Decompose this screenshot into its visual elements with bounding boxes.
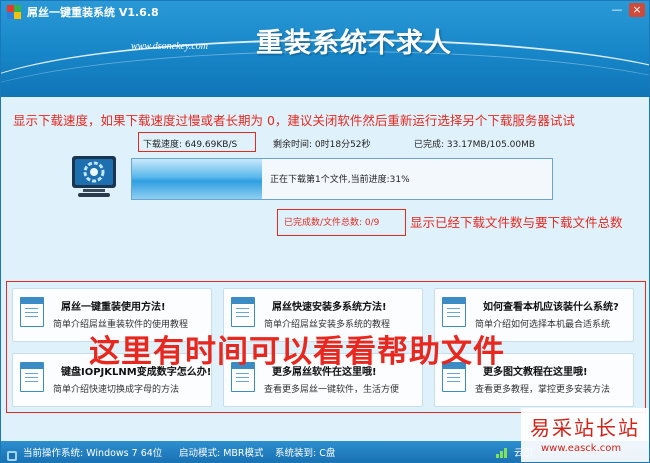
progress-text: 正在下载第1个文件,当前进度:31% — [270, 175, 410, 185]
download-speed: 下载速度: 649.69KB/S — [143, 140, 238, 150]
help-card-title: 屌丝快速安装多系统方法! — [272, 302, 387, 313]
window-title: 屌丝一键重装系统 V1.6.8 — [27, 6, 159, 19]
window-controls: — × — [609, 3, 645, 17]
annotation-file-count: 显示已经下载文件数与要下载文件总数 — [410, 215, 623, 230]
annotation-help-overlay: 这里有时间可以看看帮助文件 — [89, 334, 505, 370]
app-logo-icon — [7, 5, 21, 19]
install-target: 系统装到: C盘 — [275, 448, 336, 459]
minimize-button[interactable]: — — [609, 3, 625, 17]
help-card-title: 屌丝一键重装使用方法! — [61, 302, 166, 313]
header-banner: 屌丝一键重装系统 V1.6.8 — × www.dsonekey.com 重装系… — [1, 1, 649, 97]
signal-icon — [496, 446, 510, 458]
boot-mode: 启动模式: MBR模式 — [179, 448, 264, 459]
document-icon — [231, 297, 255, 327]
help-card-desc: 查看更多屌丝一键软件，生活方便 — [264, 385, 400, 395]
watermark-title: 易采站长站 — [530, 418, 640, 440]
website-label: www.dsonekey.com — [131, 41, 209, 52]
title-bar: 屌丝一键重装系统 V1.6.8 — [7, 4, 159, 20]
help-card-desc: 查看更多教程，掌控更多安装方法 — [475, 385, 611, 395]
completed-size: 已完成: 33.17MB/105.00MB — [414, 140, 536, 150]
document-icon — [20, 362, 44, 392]
computer-icon — [72, 156, 116, 197]
help-card-title: 如何查看本机应该装什么系统? — [483, 302, 619, 313]
document-icon — [442, 297, 466, 327]
progress-fill — [132, 159, 263, 199]
slogan-title: 重装系统不求人 — [256, 28, 452, 58]
current-os: 当前操作系统: Windows 7 64位 — [23, 448, 163, 459]
help-card-desc: 简单介绍快速切换成字母的方法 — [53, 385, 180, 395]
system-icon — [7, 446, 17, 461]
close-button[interactable]: × — [629, 3, 645, 17]
annotation-download-speed: 显示下载速度，如果下载速度过慢或者长期为 0，建议关闭软件然后重新运行选择另个下… — [13, 113, 575, 128]
download-progress-bar: 正在下载第1个文件,当前进度:31% — [131, 158, 553, 200]
file-count: 已完成数/文件总数: 0/9 — [284, 218, 380, 228]
remaining-time: 剩余时间: 0时18分52秒 — [273, 140, 371, 150]
watermark-url: www.easck.com — [541, 443, 622, 454]
document-icon — [20, 297, 44, 327]
app-window: 屌丝一键重装系统 V1.6.8 — × www.dsonekey.com 重装系… — [0, 0, 650, 463]
